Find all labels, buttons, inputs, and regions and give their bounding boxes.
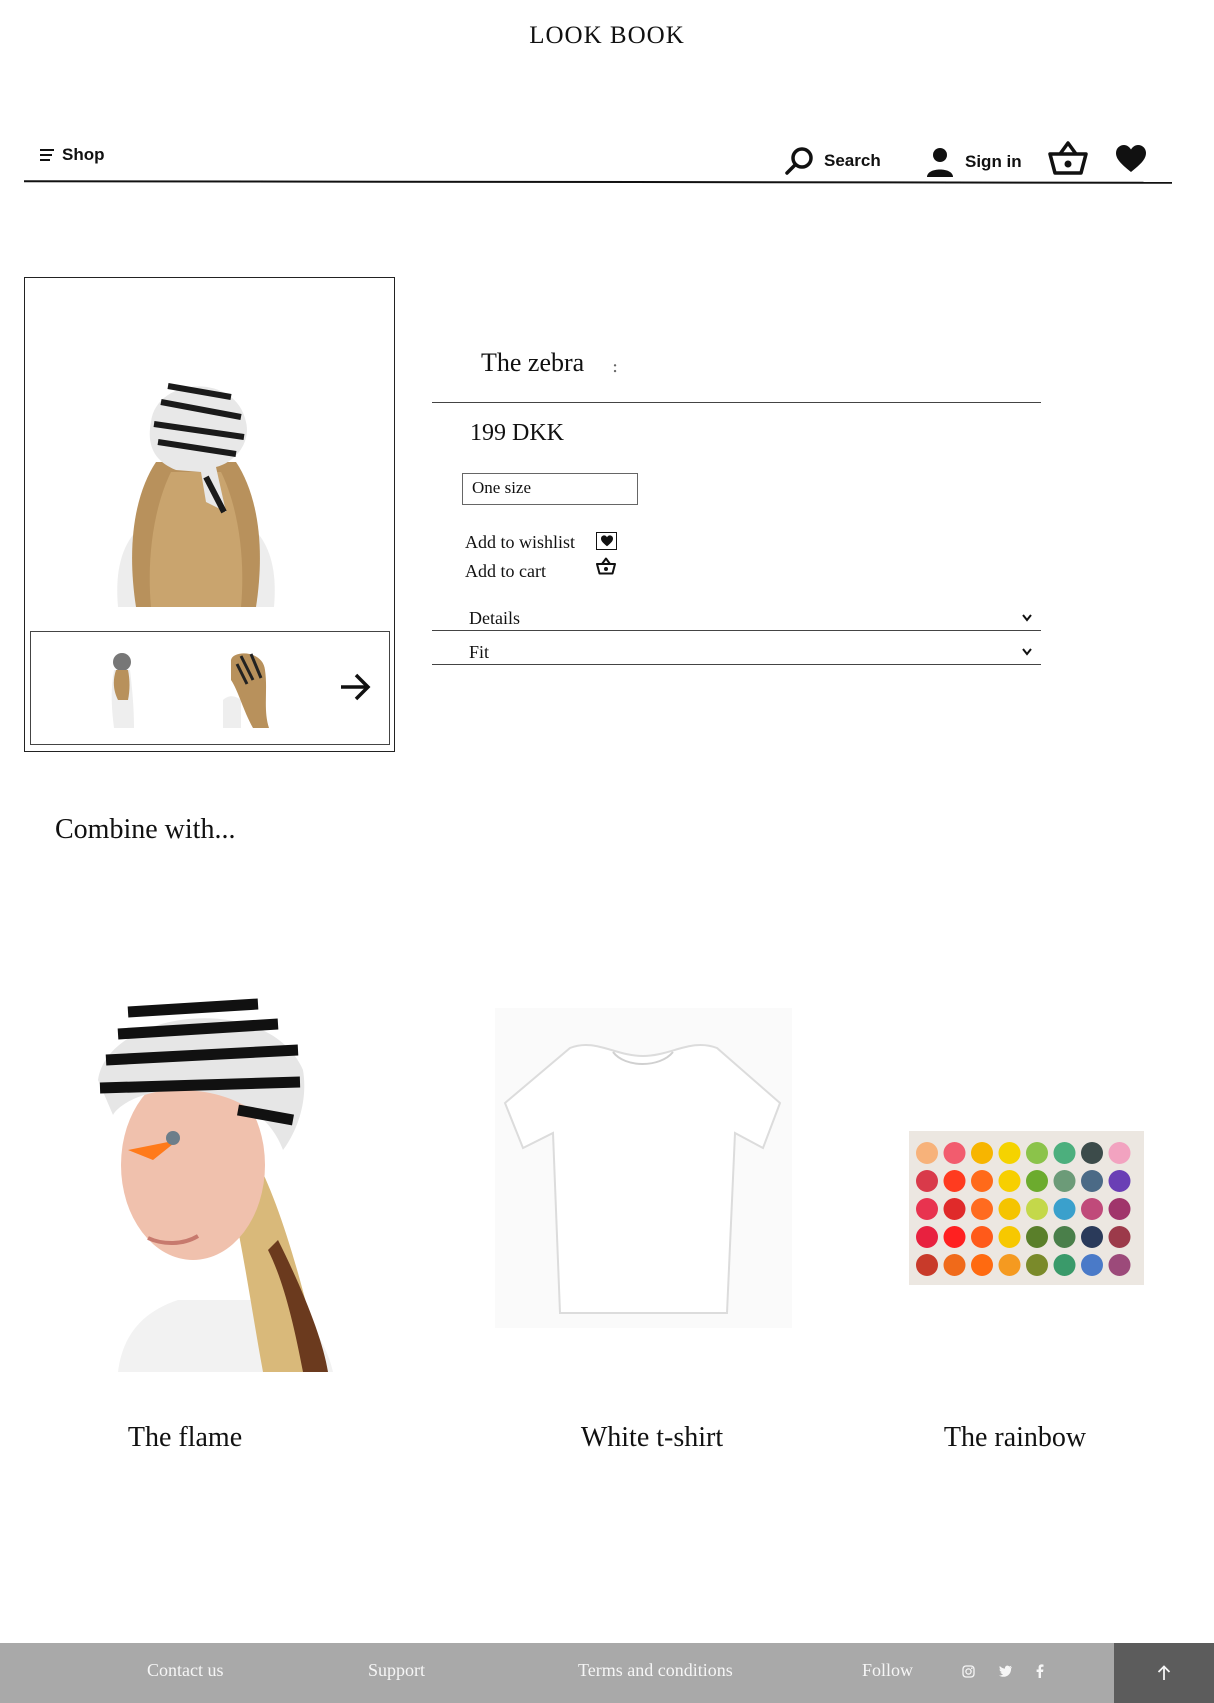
palette-pan xyxy=(943,1142,966,1164)
palette-pan xyxy=(1108,1170,1131,1192)
product-card-name[interactable]: The flame xyxy=(60,1422,310,1454)
palette-pan xyxy=(971,1142,993,1164)
facebook-icon[interactable] xyxy=(1036,1664,1044,1678)
title-separator: : xyxy=(612,356,619,377)
footer-follow-label: Follow xyxy=(862,1660,914,1680)
accordion-divider xyxy=(432,664,1041,665)
search-icon xyxy=(785,147,813,175)
chevron-down-icon[interactable] xyxy=(1022,614,1032,622)
palette-pan xyxy=(1108,1198,1131,1220)
palette-pan xyxy=(1108,1142,1131,1164)
arrow-right-icon[interactable] xyxy=(339,672,371,702)
palette-pan xyxy=(1053,1226,1076,1248)
palette-pan xyxy=(916,1198,938,1220)
palette-pan xyxy=(998,1254,1021,1276)
palette-pan xyxy=(1026,1254,1048,1276)
palette-pan xyxy=(1026,1226,1048,1248)
palette-pan xyxy=(1081,1226,1103,1248)
add-to-wishlist-button[interactable]: Add to wishlist xyxy=(465,532,575,553)
palette-pan xyxy=(971,1170,993,1192)
palette-pan xyxy=(943,1198,966,1220)
combine-section-title: Combine with... xyxy=(55,814,236,845)
product-card-name[interactable]: White t-shirt xyxy=(527,1422,777,1454)
palette-pan xyxy=(1026,1198,1048,1220)
main-product-image[interactable] xyxy=(106,362,286,607)
palette-pan xyxy=(1026,1170,1048,1192)
palette-pan xyxy=(1108,1254,1131,1276)
signin-button[interactable]: Sign in xyxy=(925,146,1022,178)
palette-pan xyxy=(1053,1254,1076,1276)
palette-pan xyxy=(1053,1170,1076,1192)
palette-pan xyxy=(998,1198,1021,1220)
palette-pan xyxy=(1081,1198,1103,1220)
brand-logo[interactable]: LOOK BOOK xyxy=(0,22,1214,50)
thumbnail-strip xyxy=(30,631,390,745)
basket-icon[interactable] xyxy=(596,557,616,575)
palette-pan xyxy=(1026,1142,1048,1164)
shop-label: Shop xyxy=(62,145,105,164)
accordion-divider xyxy=(432,630,1041,631)
chevron-down-icon[interactable] xyxy=(1022,648,1032,656)
product-title: The zebra xyxy=(481,348,585,377)
back-to-top-button[interactable] xyxy=(1114,1643,1214,1703)
palette-pan xyxy=(916,1142,938,1164)
shop-menu-button[interactable]: Shop xyxy=(40,145,105,165)
wishlist-heart-icon[interactable] xyxy=(596,532,617,550)
palette-pan xyxy=(998,1170,1021,1192)
product-card-image[interactable] xyxy=(495,1008,792,1328)
palette-pan xyxy=(943,1170,966,1192)
signin-label: Sign in xyxy=(965,152,1022,171)
palette-pan xyxy=(998,1142,1021,1164)
product-card-image[interactable] xyxy=(909,1131,1144,1285)
arrow-up-icon xyxy=(1157,1665,1171,1680)
instagram-icon[interactable] xyxy=(962,1665,975,1678)
palette-pan xyxy=(971,1226,993,1248)
palette-pan xyxy=(1053,1142,1076,1164)
palette-pan xyxy=(943,1254,966,1276)
palette-pan xyxy=(1053,1198,1076,1220)
palette-pan xyxy=(1081,1142,1103,1164)
palette-pan xyxy=(971,1198,993,1220)
palette-pan xyxy=(971,1254,993,1276)
footer-terms-link[interactable]: Terms and conditions xyxy=(578,1660,733,1681)
header-divider xyxy=(23,180,1173,184)
accordion-details[interactable]: Details xyxy=(469,608,520,629)
product-price: 199 DKK xyxy=(470,420,564,446)
palette-pan xyxy=(1081,1254,1103,1276)
thumbnail-image[interactable] xyxy=(223,650,273,728)
heart-icon[interactable] xyxy=(1115,144,1147,174)
add-to-cart-button[interactable]: Add to cart xyxy=(465,561,546,582)
palette-pan xyxy=(916,1226,938,1248)
user-icon xyxy=(927,148,953,177)
size-selector[interactable]: One size xyxy=(462,473,638,505)
palette-pan xyxy=(1108,1226,1131,1248)
search-label: Search xyxy=(824,151,881,170)
twitter-icon[interactable] xyxy=(999,1665,1013,1677)
menu-icon xyxy=(40,149,54,161)
palette-pan xyxy=(916,1170,938,1192)
footer-support-link[interactable]: Support xyxy=(368,1660,425,1681)
thumbnail-image[interactable] xyxy=(104,652,136,728)
footer-contact-link[interactable]: Contact us xyxy=(147,1660,224,1681)
accordion-fit[interactable]: Fit xyxy=(469,642,489,663)
basket-icon[interactable] xyxy=(1048,140,1088,176)
palette-pan xyxy=(943,1226,966,1248)
palette-pan xyxy=(916,1254,938,1276)
palette-pan xyxy=(1081,1170,1103,1192)
product-card-name[interactable]: The rainbow xyxy=(890,1422,1140,1454)
search-button[interactable]: Search xyxy=(784,146,881,176)
title-divider xyxy=(432,402,1041,403)
product-card-image[interactable] xyxy=(88,990,348,1372)
palette-pan xyxy=(998,1226,1021,1248)
